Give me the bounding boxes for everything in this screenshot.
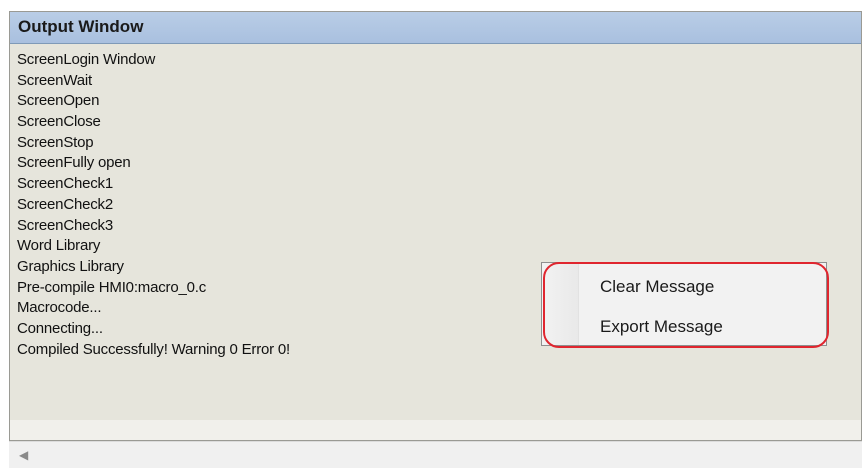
message-item[interactable]: ScreenLogin Window: [17, 50, 290, 71]
message-item[interactable]: ScreenCheck2: [17, 195, 290, 216]
message-item[interactable]: ScreenOpen: [17, 91, 290, 112]
message-item[interactable]: Pre-compile HMI0:macro_0.c: [17, 278, 290, 299]
message-item[interactable]: Connecting...: [17, 319, 290, 340]
message-item[interactable]: Graphics Library: [17, 257, 290, 278]
message-item[interactable]: ScreenFully open: [17, 153, 290, 174]
window-title: Output Window: [18, 17, 144, 36]
message-item[interactable]: ScreenWait: [17, 71, 290, 92]
export-message-menu-item[interactable]: Export Message: [578, 310, 826, 344]
message-item[interactable]: Macrocode...: [17, 298, 290, 319]
page: Output Window ScreenLogin Window ScreenW…: [0, 0, 862, 468]
title-bar: Output Window: [10, 12, 861, 44]
clear-message-menu-item[interactable]: Clear Message: [578, 270, 826, 304]
message-list[interactable]: ScreenLogin Window ScreenWait ScreenOpen…: [17, 50, 290, 360]
message-item[interactable]: Word Library: [17, 236, 290, 257]
message-item[interactable]: Compiled Successfully! Warning 0 Error 0…: [17, 340, 290, 361]
menu-icon-gutter: [542, 263, 579, 345]
message-item[interactable]: ScreenCheck3: [17, 216, 290, 237]
list-bottom-area: [10, 420, 861, 440]
message-item[interactable]: ScreenClose: [17, 112, 290, 133]
output-window: Output Window ScreenLogin Window ScreenW…: [9, 11, 862, 441]
message-item[interactable]: ScreenCheck1: [17, 174, 290, 195]
horizontal-scrollbar[interactable]: ◀: [9, 441, 862, 468]
context-menu: Clear Message Export Message: [541, 262, 827, 346]
chevron-left-icon[interactable]: ◀: [19, 448, 28, 462]
message-item[interactable]: ScreenStop: [17, 133, 290, 154]
